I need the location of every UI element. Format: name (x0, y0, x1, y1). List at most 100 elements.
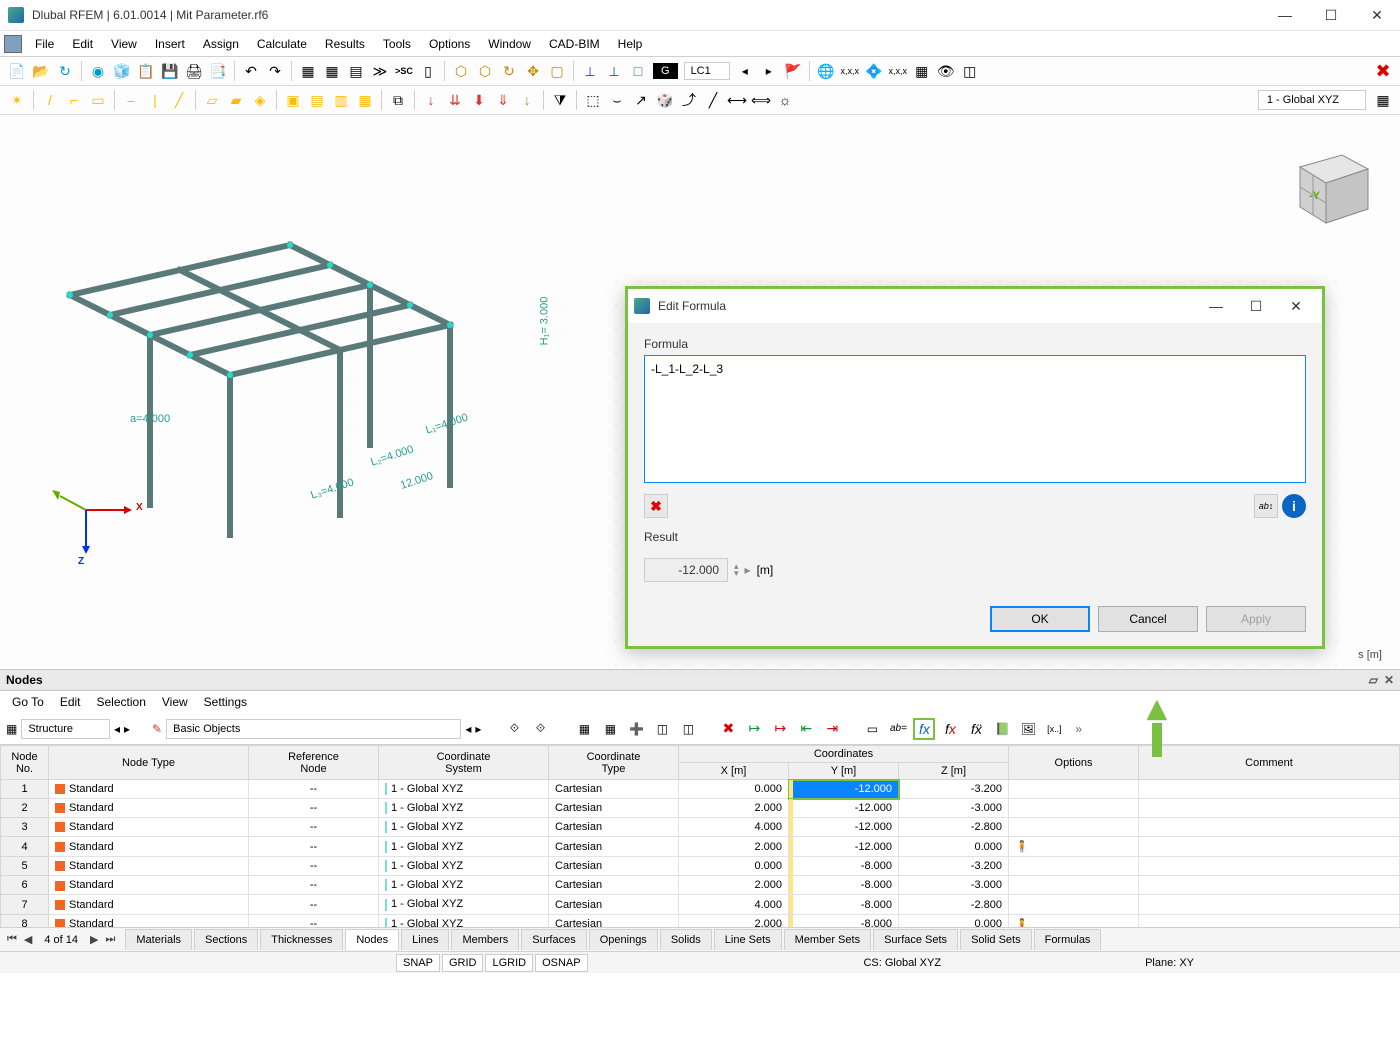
view2-icon[interactable]: ⌣ (606, 89, 628, 111)
menu-tools[interactable]: Tools (374, 33, 420, 55)
prev-lc-icon[interactable]: ◂ (734, 60, 756, 82)
menu-insert[interactable]: Insert (146, 33, 194, 55)
view6-icon[interactable]: ╱ (702, 89, 724, 111)
snap-snap[interactable]: SNAP (396, 954, 440, 972)
prev-icon[interactable]: ◂ (114, 722, 120, 736)
line-icon[interactable]: / (39, 89, 61, 111)
win-icon[interactable]: ▭ (861, 718, 883, 740)
script-icon[interactable]: ≫ (369, 60, 391, 82)
solid-icon[interactable]: ▣ (282, 89, 304, 111)
menu-cad-bim[interactable]: CAD-BIM (540, 33, 609, 55)
save-icon[interactable]: 💾 (159, 60, 181, 82)
tab-thicknesses[interactable]: Thicknesses (260, 929, 343, 950)
prev2-icon[interactable]: ◂ (465, 722, 471, 736)
next-lc-icon[interactable]: ▸ (758, 60, 780, 82)
anchor3-icon[interactable]: □ (627, 60, 649, 82)
view7-icon[interactable]: ⟷ (726, 89, 748, 111)
loadcase-select[interactable]: LC1 (684, 62, 730, 80)
tab-solids[interactable]: Solids (660, 929, 712, 950)
doc-icon[interactable]: 📋 (135, 60, 157, 82)
del-icon[interactable]: ✖ (717, 718, 739, 740)
tab-surfaces[interactable]: Surfaces (521, 929, 586, 950)
table-row[interactable]: 6Standard--1 - Global XYZCartesian2.000-… (1, 876, 1400, 895)
excel-icon[interactable]: 📗 (991, 718, 1013, 740)
table-row[interactable]: 8Standard--1 - Global XYZCartesian2.000-… (1, 914, 1400, 927)
objects-select[interactable]: Basic Objects (166, 719, 461, 739)
next-icon[interactable]: ▸ (124, 722, 130, 736)
t3-icon[interactable]: ▦ (573, 718, 595, 740)
load5-icon[interactable]: ↓ (516, 89, 538, 111)
load1-icon[interactable]: ↓ (420, 89, 442, 111)
view4-icon[interactable]: 🎲 (654, 89, 676, 111)
print-icon[interactable]: 🖨 (183, 60, 205, 82)
help-icon[interactable]: ✖ (1372, 60, 1394, 82)
menu-calculate[interactable]: Calculate (248, 33, 316, 55)
inleft-icon[interactable]: ⇤ (795, 718, 817, 740)
beam-icon[interactable]: ⎯ (120, 89, 142, 111)
tab-lines[interactable]: Lines (401, 929, 449, 950)
solid2-icon[interactable]: ▤ (306, 89, 328, 111)
panel-menu-settings[interactable]: Settings (196, 692, 255, 712)
pick-icon[interactable]: ⬡ (450, 60, 472, 82)
tab-openings[interactable]: Openings (589, 929, 658, 950)
load3-icon[interactable]: ⬇ (468, 89, 490, 111)
sheet-icon[interactable]: ▤ (345, 60, 367, 82)
cs-edit-icon[interactable]: ▦ (1372, 89, 1394, 111)
inright-icon[interactable]: ⇥ (821, 718, 843, 740)
close-button[interactable]: ✕ (1354, 0, 1400, 31)
view9-icon[interactable]: ☼ (774, 89, 796, 111)
load4-icon[interactable]: ⇓ (492, 89, 514, 111)
structure-select[interactable]: Structure (21, 719, 110, 739)
load2-icon[interactable]: ⇊ (444, 89, 466, 111)
menu-help[interactable]: Help (609, 33, 652, 55)
eye-icon[interactable]: 👁 (935, 60, 957, 82)
view8-icon[interactable]: ⟺ (750, 89, 772, 111)
t4-icon[interactable]: ▦ (599, 718, 621, 740)
fx-icon[interactable]: fx (913, 718, 935, 740)
coord-edit-icon[interactable]: 💠 (863, 60, 885, 82)
result-spinner[interactable]: ▴▾ (734, 563, 739, 577)
copy-icon[interactable]: ⧉ (387, 89, 409, 111)
panel-close-icon[interactable]: ✕ (1384, 673, 1394, 687)
menu-edit[interactable]: Edit (63, 33, 102, 55)
redo-icon[interactable]: ↷ (264, 60, 286, 82)
maximize-button[interactable]: ☐ (1308, 0, 1354, 31)
menu-assign[interactable]: Assign (194, 33, 248, 55)
table-row[interactable]: 5Standard--1 - Global XYZCartesian0.000-… (1, 857, 1400, 876)
t2-icon[interactable]: ⟐ (529, 718, 551, 740)
clear-formula-icon[interactable]: ✖ (644, 494, 668, 518)
surface-icon[interactable]: ▱ (201, 89, 223, 111)
open-icon[interactable]: 📂 (30, 60, 52, 82)
filter-icon[interactable]: ⧩ (549, 89, 571, 111)
view-cube[interactable]: -Y (1282, 149, 1372, 229)
new-icon[interactable]: 📄 (6, 60, 28, 82)
table-icon[interactable]: ▦ (297, 60, 319, 82)
menu-results[interactable]: Results (316, 33, 374, 55)
view3-icon[interactable]: ↗ (630, 89, 652, 111)
table-row[interactable]: 1Standard--1 - Global XYZCartesian0.000-… (1, 780, 1400, 799)
panel-menu-go-to[interactable]: Go To (4, 692, 52, 712)
rotate-icon[interactable]: ↻ (498, 60, 520, 82)
crop-icon[interactable]: ◫ (959, 60, 981, 82)
surface2-icon[interactable]: ▰ (225, 89, 247, 111)
first-tab-icon[interactable]: ⏮ (4, 933, 20, 946)
cube-icon[interactable]: 🧊 (111, 60, 133, 82)
ok-button[interactable]: OK (990, 606, 1090, 632)
clipboard-icon[interactable]: 📑 (207, 60, 229, 82)
fx2-icon[interactable]: fẍ (965, 718, 987, 740)
view5-icon[interactable]: ⤴ (678, 89, 700, 111)
solid3-icon[interactable]: ▥ (330, 89, 352, 111)
t1-icon[interactable]: ⟐ (503, 718, 525, 740)
surface3-icon[interactable]: ◈ (249, 89, 271, 111)
menu-window[interactable]: Window (479, 33, 540, 55)
coord-x-icon[interactable]: x,x,x (839, 60, 861, 82)
cancel-button[interactable]: Cancel (1098, 606, 1198, 632)
ab-icon[interactable]: ab= (887, 718, 909, 740)
undo-icon[interactable]: ↶ (240, 60, 262, 82)
next2-icon[interactable]: ▸ (475, 722, 481, 736)
snap-osnap[interactable]: OSNAP (535, 954, 588, 972)
tab-line-sets[interactable]: Line Sets (714, 929, 782, 950)
rect-icon[interactable]: ▭ (87, 89, 109, 111)
img-icon[interactable]: 🖼 (1017, 718, 1039, 740)
next-tab-icon[interactable]: ▶ (87, 933, 101, 946)
